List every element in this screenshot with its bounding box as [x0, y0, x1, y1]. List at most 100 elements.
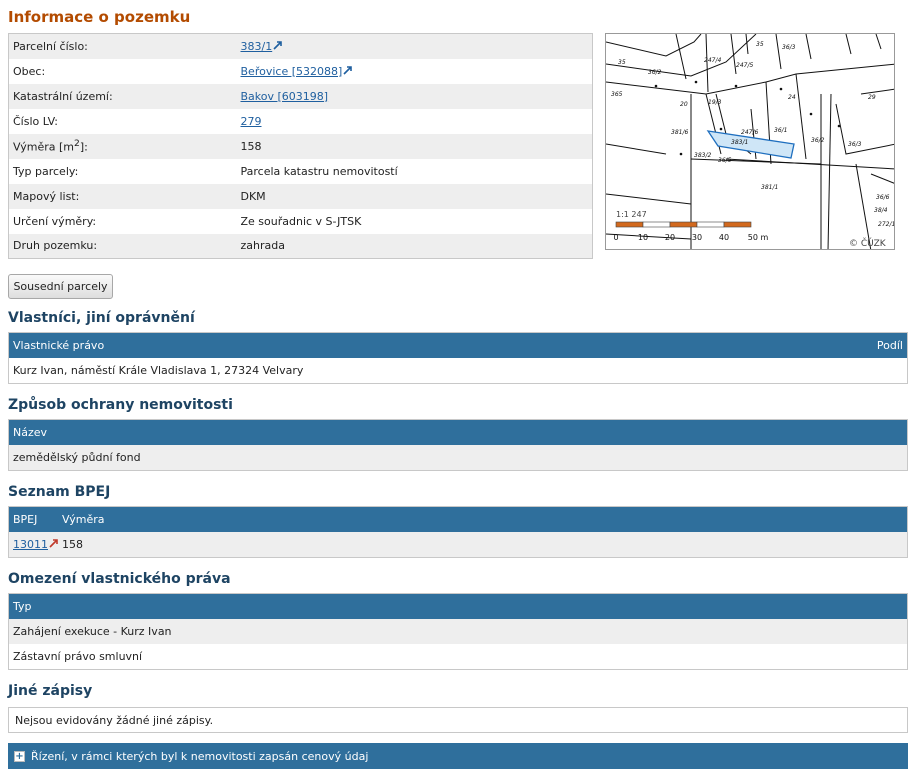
area-label-prefix: Výměra [m [13, 140, 74, 154]
info-value: DKM [236, 183, 593, 209]
info-value: Beřovice [532088] [236, 58, 593, 84]
svg-text:36/3: 36/3 [782, 44, 796, 51]
svg-text:381/6: 381/6 [671, 129, 688, 136]
lv-number-link[interactable]: 279 [241, 115, 262, 128]
plus-icon[interactable]: + [14, 750, 25, 762]
owner-cell: Kurz Ivan, náměstí Krále Vladislava 1, 2… [13, 364, 304, 377]
external-link-icon[interactable] [273, 40, 283, 50]
bpej-area-cell: 158 [62, 538, 83, 551]
proceedings-label: Řízení, v rámci kterých byl k nemovitost… [31, 749, 369, 763]
area-label-suffix: ]: [79, 140, 88, 154]
svg-text:20: 20 [680, 101, 688, 108]
bpej-header: BPEJ Výměra [9, 507, 907, 532]
protection-cell: zemědělský půdní fond [13, 451, 141, 464]
info-value: Bakov [603198] [236, 83, 593, 109]
info-value: Ze souřadnic v S-JTSK [236, 208, 593, 234]
proceedings-toggle[interactable]: + Řízení, v rámci kterých byl k nemovito… [8, 743, 908, 769]
bpej-table: BPEJ Výměra 13011 158 [8, 506, 908, 558]
col-bpej: BPEJ [13, 513, 38, 526]
bpej-code-link[interactable]: 13011 [13, 538, 48, 551]
cadastral-area-link[interactable]: Bakov [603198] [241, 90, 329, 103]
municipality-link[interactable]: Beřovice [532088] [241, 65, 343, 78]
info-label-area: Výměra [m2]: [8, 133, 237, 159]
restrictions-header: Typ [9, 594, 907, 619]
svg-text:36/2: 36/2 [811, 137, 825, 144]
other-records-box: Nejsou evidovány žádné jiné zápisy. [8, 707, 908, 733]
bpej-title: Seznam BPEJ [8, 484, 111, 500]
cadastral-map-drawing: 35 36/2 247/4 247/5 35 36/3 365 20 19/3 247/6 24… [606, 34, 895, 249]
col-share: Podíl [876, 339, 903, 352]
scale-tick: 10 [638, 233, 648, 242]
external-link-icon[interactable] [343, 65, 353, 75]
svg-text:383/1: 383/1 [731, 139, 748, 146]
info-label: Obec: [8, 58, 237, 84]
info-label: Parcelní číslo: [8, 33, 237, 59]
info-row-land-type: Druh pozemku: zahrada [8, 233, 593, 259]
owners-header: Vlastnické právo Podíl [9, 333, 907, 358]
parcel-number-link[interactable]: 383/1 [241, 40, 273, 53]
info-label: Typ parcely: [8, 158, 237, 184]
scale-tick: 0 [613, 233, 618, 242]
info-row-map-sheet: Mapový list: DKM [8, 183, 593, 209]
info-row-cadastral-area: Katastrální území: Bakov [603198] [8, 83, 593, 109]
svg-text:29: 29 [868, 94, 876, 101]
svg-text:247/6: 247/6 [741, 129, 758, 136]
col-name: Název [13, 426, 48, 439]
table-row: Zástavní právo smluvní [9, 644, 907, 669]
col-type: Typ [13, 600, 32, 613]
svg-text:381/1: 381/1 [761, 184, 778, 191]
restrictions-title: Omezení vlastnického práva [8, 571, 231, 587]
parcel-map[interactable]: 35 36/2 247/4 247/5 35 36/3 365 20 19/3 247/6 24… [605, 33, 895, 250]
other-records-title: Jiné zápisy [8, 683, 93, 699]
table-row: 13011 158 [9, 532, 907, 557]
svg-text:35: 35 [618, 59, 626, 66]
table-row: Zahájení exekuce - Kurz Ivan [9, 619, 907, 644]
map-scale-bar [615, 221, 752, 228]
col-area: Výměra [62, 513, 105, 526]
table-row: zemědělský půdní fond [9, 445, 907, 470]
info-value: 158 [236, 133, 593, 159]
info-row-lv-number: Číslo LV: 279 [8, 108, 593, 134]
info-row-area: Výměra [m2]: 158 [8, 133, 593, 159]
restrictions-table: Typ Zahájení exekuce - Kurz Ivan Zástavn… [8, 593, 908, 670]
svg-text:247/5: 247/5 [736, 62, 753, 69]
svg-text:36/5: 36/5 [718, 157, 732, 164]
info-value: Parcela katastru nemovitostí [236, 158, 593, 184]
scale-tick: 50 m [748, 233, 769, 242]
scale-tick: 20 [665, 233, 675, 242]
svg-text:35: 35 [756, 41, 764, 48]
table-row: Kurz Ivan, náměstí Krále Vladislava 1, 2… [9, 358, 907, 383]
protection-header: Název [9, 420, 907, 445]
svg-text:36/3: 36/3 [848, 141, 862, 148]
info-row-parcel-number: Parcelní číslo: 383/1 [8, 33, 593, 59]
other-records-text: Nejsou evidovány žádné jiné zápisy. [15, 713, 214, 727]
info-row-parcel-type: Typ parcely: Parcela katastru nemovitost… [8, 158, 593, 184]
svg-text:36/1: 36/1 [774, 127, 787, 134]
info-label: Mapový list: [8, 183, 237, 209]
map-copyright: © ČÚZK [849, 237, 887, 249]
svg-text:383/2: 383/2 [694, 152, 711, 159]
page-title: Informace o pozemku [8, 8, 191, 26]
svg-text:272/1: 272/1 [878, 221, 895, 228]
info-row-municipality: Obec: Beřovice [532088] [8, 58, 593, 84]
info-label: Určení výměry: [8, 208, 237, 234]
svg-text:38/4: 38/4 [874, 207, 888, 214]
col-ownership-right: Vlastnické právo [13, 339, 105, 352]
info-row-area-method: Určení výměry: Ze souřadnic v S-JTSK [8, 208, 593, 234]
svg-text:365: 365 [611, 91, 623, 98]
info-label: Druh pozemku: [8, 233, 237, 259]
scale-tick: 30 [692, 233, 702, 242]
svg-text:36/2: 36/2 [648, 69, 662, 76]
neighbor-parcels-button[interactable]: Sousední parcely [8, 274, 113, 299]
scale-tick: 40 [719, 233, 729, 242]
info-value: 279 [236, 108, 593, 134]
bpej-code-cell: 13011 [13, 538, 62, 551]
external-link-icon[interactable] [49, 539, 59, 548]
owners-table: Vlastnické právo Podíl Kurz Ivan, náměst… [8, 332, 908, 384]
info-label: Číslo LV: [8, 108, 237, 134]
svg-text:247/4: 247/4 [704, 57, 721, 64]
svg-text:24: 24 [788, 94, 796, 101]
map-scale-text: 1:1 247 [616, 210, 647, 219]
protection-title: Způsob ochrany nemovitosti [8, 397, 233, 413]
info-value: zahrada [236, 233, 593, 259]
